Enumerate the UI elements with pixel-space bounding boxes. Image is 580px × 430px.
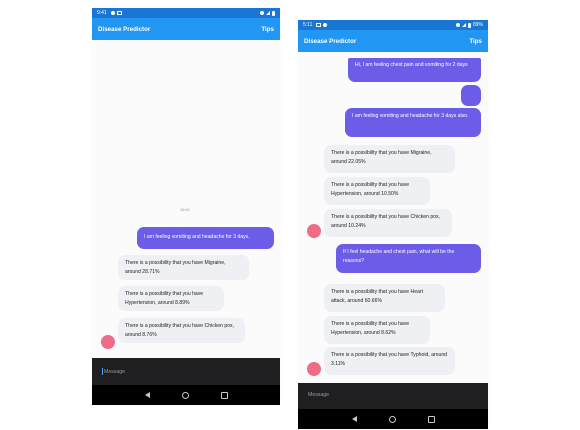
chat-area: 19:41 I am feeling vomiting and headache… — [92, 40, 280, 358]
message-input[interactable]: Message — [308, 392, 329, 398]
recent-apps-icon[interactable] — [220, 391, 228, 399]
text-cursor — [102, 368, 103, 375]
battery-icon — [467, 22, 471, 28]
phone-screen-left: 9:41 Disease Predictor Tips 19:41 I am f… — [92, 8, 280, 405]
bot-message: There is a possibility that you have Mig… — [324, 145, 455, 173]
message-input[interactable]: Message — [102, 368, 125, 375]
phone-screen-right: 5:11 89% Disease Predictor Tips Hi, I am… — [298, 20, 488, 429]
bot-message: There is a possibility that you have Chi… — [324, 209, 452, 237]
photo-icon — [116, 11, 122, 15]
user-message: I am feeling vomiting and headache for 3… — [345, 108, 481, 137]
status-bar: 5:11 89% — [298, 20, 488, 30]
notification-icon — [110, 11, 115, 15]
bot-message: There is a possibility that you have Hyp… — [324, 316, 430, 344]
photo-icon — [316, 23, 322, 27]
user-message: Hi, I am feeling chest pain and vomiting… — [348, 58, 481, 82]
status-bar: 9:41 — [92, 8, 280, 18]
status-time: 9:41 — [97, 10, 107, 16]
app-title: Disease Predictor — [98, 25, 151, 33]
bot-message: There is a possibility that you have Mig… — [118, 255, 249, 281]
home-icon[interactable] — [388, 415, 396, 423]
bot-message: There is a possibility that you have Hyp… — [118, 286, 224, 312]
user-message — [461, 85, 481, 106]
chat-area: Hi, I am feeling chest pain and vomiting… — [298, 52, 488, 383]
bot-message: There is a possibility that you have Hyp… — [324, 177, 430, 205]
tips-button[interactable]: Tips — [261, 26, 274, 33]
app-bar: Disease Predictor Tips — [298, 30, 488, 52]
bot-avatar — [307, 362, 321, 376]
recent-apps-icon[interactable] — [427, 415, 435, 423]
user-message: If I feel headache and chest pain, what … — [336, 244, 481, 273]
tips-button[interactable]: Tips — [469, 38, 482, 45]
battery-level: 89% — [472, 22, 483, 28]
app-bar: Disease Predictor Tips — [92, 18, 280, 40]
app-title: Disease Predictor — [304, 37, 357, 45]
back-icon[interactable] — [144, 392, 150, 398]
navigation-bar — [298, 409, 488, 429]
home-icon[interactable] — [181, 391, 189, 399]
notification-icon — [323, 23, 328, 27]
do-not-disturb-icon — [260, 11, 264, 15]
bot-message: There is a possibility that you have Chi… — [118, 318, 245, 344]
bot-message: There is a possibility that you have Hea… — [324, 284, 445, 312]
message-input-bar: Message — [92, 358, 280, 385]
battery-icon — [272, 10, 275, 16]
bot-avatar — [307, 224, 321, 238]
message-timestamp: 19:41 — [180, 207, 191, 212]
signal-icon — [461, 23, 466, 27]
message-input-bar: Message — [298, 383, 488, 409]
signal-icon — [266, 11, 270, 15]
navigation-bar — [92, 385, 280, 405]
back-icon[interactable] — [351, 416, 357, 422]
user-message: I am feeling vomiting and headache for 3… — [137, 227, 274, 249]
bot-message: There is a possibility that you have Typ… — [324, 347, 455, 375]
do-not-disturb-icon — [455, 23, 460, 27]
message-placeholder: Message — [104, 368, 126, 375]
status-time: 5:11 — [303, 22, 313, 28]
bot-avatar — [101, 335, 115, 349]
